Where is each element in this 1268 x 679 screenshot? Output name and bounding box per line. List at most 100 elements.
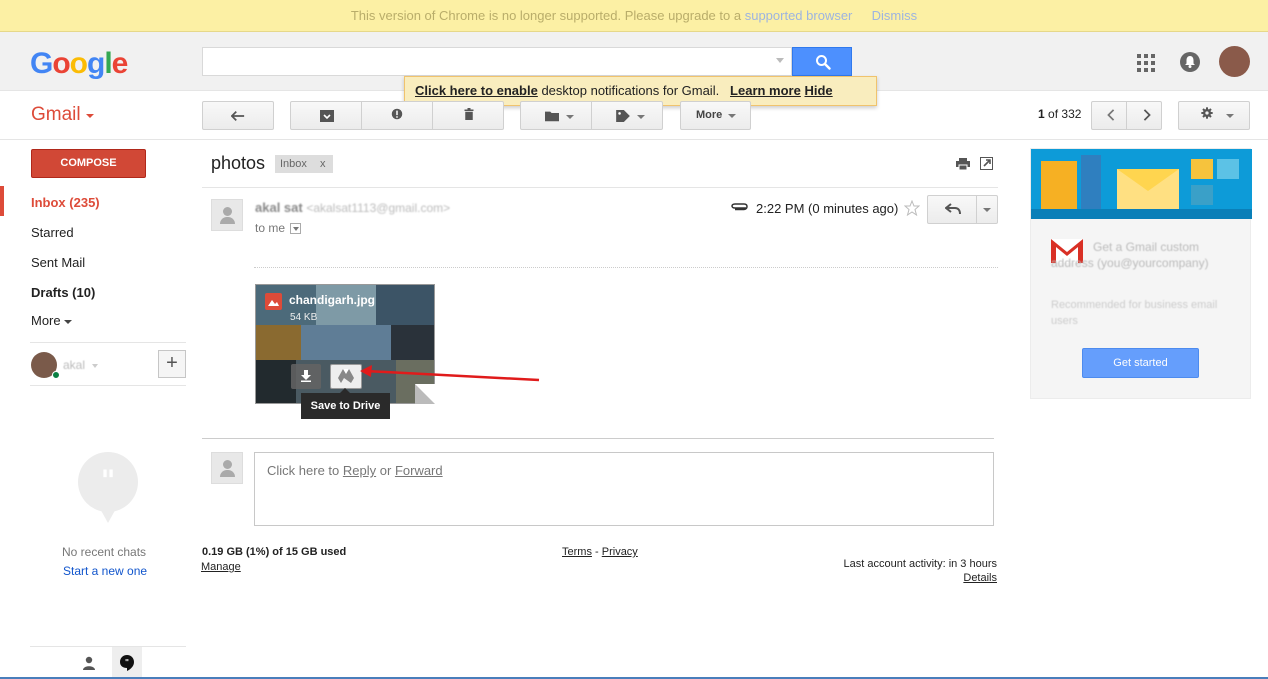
more-message-actions-button[interactable] bbox=[976, 195, 998, 224]
notifications-bell-icon[interactable] bbox=[1180, 52, 1200, 72]
chevron-down-icon bbox=[637, 115, 645, 119]
new-window-icon[interactable] bbox=[980, 157, 993, 170]
privacy-link[interactable]: Privacy bbox=[602, 546, 638, 558]
trash-icon bbox=[464, 108, 474, 120]
print-icon[interactable] bbox=[956, 158, 970, 170]
reply-arrow-icon bbox=[945, 203, 961, 215]
toolbar-divider bbox=[0, 139, 1268, 140]
sender-email: <akalsat1113@gmail.com> bbox=[306, 201, 451, 215]
search-input[interactable] bbox=[202, 47, 792, 76]
save-to-drive-tooltip: Save to Drive bbox=[301, 393, 390, 419]
thread-subject: photos bbox=[211, 153, 266, 173]
reply-link[interactable]: Reply bbox=[343, 463, 376, 478]
download-icon bbox=[301, 370, 311, 382]
sidebar-item-starred[interactable]: Starred bbox=[31, 225, 74, 240]
remove-label-button[interactable]: x bbox=[320, 155, 326, 173]
new-hangout-button[interactable]: + bbox=[158, 350, 186, 378]
chevron-down-icon[interactable] bbox=[92, 364, 98, 368]
show-details-icon[interactable] bbox=[290, 223, 302, 235]
inbox-label-text: Inbox bbox=[280, 158, 307, 170]
sender-name[interactable]: akal sat bbox=[255, 200, 303, 215]
labels-button[interactable] bbox=[591, 101, 663, 130]
svg-text:": " bbox=[125, 658, 129, 667]
sidebar-more-label: More bbox=[31, 313, 61, 328]
promo-title: Get a Gmail custom address (you@yourcomp… bbox=[1051, 240, 1209, 270]
gear-icon bbox=[1201, 107, 1213, 119]
attachment-size: 54 KB bbox=[290, 312, 318, 323]
image-file-icon bbox=[265, 293, 282, 310]
settings-button[interactable] bbox=[1178, 101, 1250, 130]
unsupported-browser-banner: This version of Chrome is no longer supp… bbox=[0, 0, 1268, 32]
archive-button[interactable] bbox=[290, 101, 362, 130]
no-recent-chats-text: No recent chats bbox=[62, 545, 147, 559]
gmail-app-switcher[interactable]: Gmail bbox=[31, 104, 81, 126]
forward-link[interactable]: Forward bbox=[395, 463, 443, 478]
start-new-chat-link[interactable]: Start a new one bbox=[63, 564, 147, 578]
hide-notification-link[interactable]: Hide bbox=[804, 83, 832, 98]
hangouts-quote-icon-tail bbox=[98, 505, 118, 523]
reply-button[interactable] bbox=[927, 195, 977, 224]
chevron-down-icon bbox=[566, 115, 574, 119]
chevron-down-icon bbox=[86, 114, 94, 118]
report-spam-button[interactable] bbox=[361, 101, 433, 130]
supported-browser-link[interactable]: supported browser bbox=[745, 8, 853, 23]
newer-button[interactable] bbox=[1091, 101, 1127, 130]
promo-illustration bbox=[1031, 149, 1252, 219]
online-status-icon bbox=[52, 371, 60, 379]
dismiss-link[interactable]: Dismiss bbox=[872, 8, 918, 23]
chevron-down-icon bbox=[728, 114, 736, 118]
sidebar-item-sent-mail[interactable]: Sent Mail bbox=[31, 255, 85, 270]
back-to-inbox-button[interactable] bbox=[202, 101, 274, 130]
hangouts-user-name[interactable]: akal bbox=[63, 358, 85, 372]
hangouts-quote-icon: " bbox=[78, 452, 138, 512]
chevron-down-icon bbox=[64, 319, 73, 324]
sidebar-divider bbox=[30, 385, 186, 386]
enable-notifications-link[interactable]: Click here to enable bbox=[415, 83, 538, 98]
more-actions-button[interactable]: More bbox=[680, 101, 751, 130]
older-button[interactable] bbox=[1126, 101, 1162, 130]
activity-details-link[interactable]: Details bbox=[900, 572, 997, 584]
learn-more-link[interactable]: Learn more bbox=[730, 83, 801, 98]
sender-info: akal sat <akalsat1113@gmail.com> bbox=[255, 200, 450, 215]
sidebar-item-more[interactable]: More bbox=[31, 313, 73, 328]
message-time: 2:22 PM (0 minutes ago) bbox=[756, 201, 899, 216]
selected-folder-marker bbox=[0, 186, 4, 216]
search-button[interactable] bbox=[792, 47, 852, 76]
account-avatar[interactable] bbox=[1219, 46, 1250, 77]
hangouts-bottom-bar: " bbox=[30, 646, 186, 679]
paperclip-icon bbox=[731, 203, 748, 211]
more-actions-label: More bbox=[696, 109, 723, 121]
hangouts-tab-icon[interactable]: " bbox=[112, 647, 142, 679]
sidebar-item-drafts[interactable]: Drafts (10) bbox=[31, 285, 95, 300]
move-to-button[interactable] bbox=[520, 101, 592, 130]
footer-links: Terms - Privacy bbox=[562, 546, 638, 558]
recipient-text: to me bbox=[255, 221, 286, 235]
contacts-person-icon[interactable] bbox=[82, 656, 96, 670]
chevron-down-icon bbox=[983, 208, 991, 212]
search-options-caret[interactable] bbox=[776, 58, 784, 63]
attachment-filename: chandigarh.jpg bbox=[289, 293, 376, 307]
reply-box[interactable]: Click here to Reply or Forward bbox=[254, 452, 994, 526]
manage-storage-link[interactable]: Manage bbox=[201, 561, 241, 573]
storage-usage: 0.19 GB (1%) of 15 GB used bbox=[202, 546, 347, 558]
label-tag-icon bbox=[616, 110, 630, 122]
banner-text: This version of Chrome is no longer supp… bbox=[350, 8, 742, 23]
download-attachment-button[interactable] bbox=[291, 364, 321, 389]
reply-prompt-text: Click here to bbox=[267, 463, 340, 478]
spam-icon bbox=[391, 108, 403, 120]
annotation-arrow-icon bbox=[360, 365, 540, 382]
delete-button[interactable] bbox=[432, 101, 504, 130]
apps-grid-icon[interactable] bbox=[1137, 54, 1155, 72]
sidebar-divider bbox=[30, 342, 186, 343]
terms-link[interactable]: Terms bbox=[562, 546, 592, 558]
compose-button[interactable]: COMPOSE bbox=[31, 149, 146, 178]
google-logo[interactable]: Google bbox=[30, 47, 128, 81]
message-divider bbox=[254, 267, 998, 268]
recipient-line[interactable]: to me bbox=[255, 221, 302, 235]
star-icon[interactable] bbox=[904, 200, 920, 216]
get-started-button[interactable]: Get started bbox=[1082, 348, 1199, 378]
sidebar-item-inbox[interactable]: Inbox (235) bbox=[31, 195, 100, 210]
folder-icon bbox=[545, 111, 559, 122]
chevron-right-icon bbox=[1143, 109, 1151, 121]
thread-header-divider bbox=[202, 187, 998, 188]
